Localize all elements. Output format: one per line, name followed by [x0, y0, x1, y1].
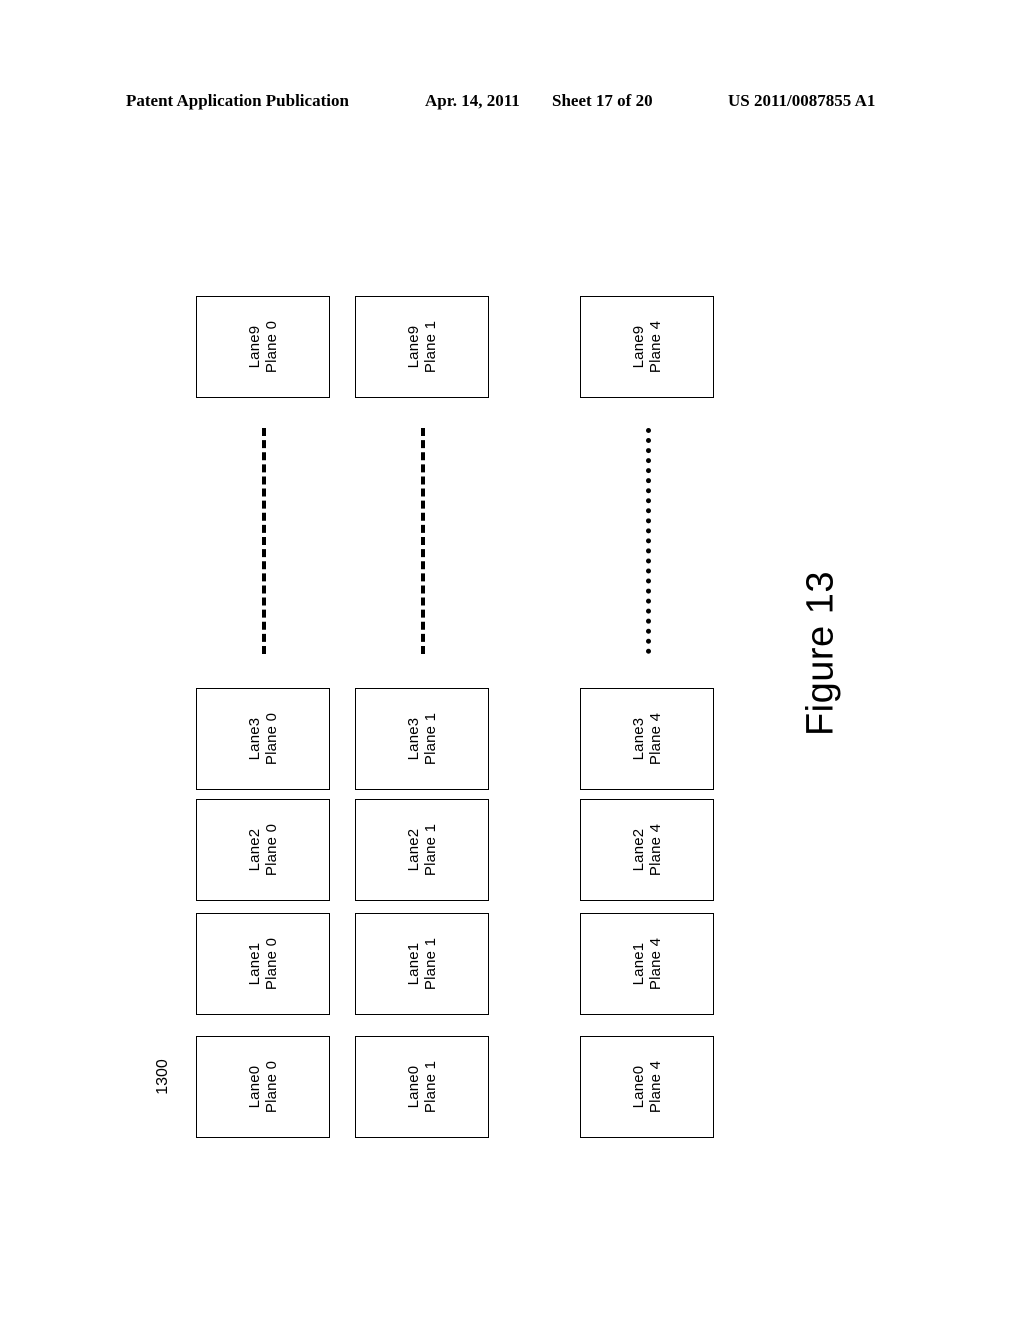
plane-label: Plane 1 — [422, 1060, 439, 1114]
lane-label: Lane0 — [246, 1065, 263, 1109]
lane-label: Lane9 — [630, 325, 647, 369]
plane-block-label: Lane1 Plane 1 — [405, 938, 439, 990]
plane-label: Plane 1 — [422, 320, 439, 374]
plane-block-lane0-plane0: Lane0 Plane 0 — [196, 1036, 330, 1138]
lane-label: Lane0 — [630, 1065, 647, 1109]
lane-label: Lane1 — [630, 942, 647, 986]
plane-block-lane9-plane1: Lane9 Plane 1 — [355, 296, 489, 398]
lane-label: Lane0 — [405, 1065, 422, 1109]
plane-label: Plane 1 — [422, 823, 439, 877]
plane-block-lane2-plane1: Lane2 Plane 1 — [355, 799, 489, 901]
reference-numeral-1300: 1300 — [154, 1059, 171, 1095]
plane-label: Plane 4 — [647, 712, 664, 766]
plane-label: Plane 4 — [647, 823, 664, 877]
plane-block-label: Lane0 Plane 4 — [630, 1061, 664, 1113]
plane-block-label: Lane9 Plane 1 — [405, 321, 439, 373]
plane-block-label: Lane3 Plane 0 — [246, 713, 280, 765]
plane-label: Plane 4 — [647, 1060, 664, 1114]
plane-block-lane9-plane0: Lane9 Plane 0 — [196, 296, 330, 398]
plane-label: Plane 4 — [647, 937, 664, 991]
plane-block-label: Lane2 Plane 0 — [246, 824, 280, 876]
plane-block-lane2-plane4: Lane2 Plane 4 — [580, 799, 714, 901]
lane-label: Lane2 — [630, 828, 647, 872]
plane-block-lane0-plane4: Lane0 Plane 4 — [580, 1036, 714, 1138]
plane-block-lane2-plane0: Lane2 Plane 0 — [196, 799, 330, 901]
lane-label: Lane3 — [246, 717, 263, 761]
plane-block-label: Lane0 Plane 1 — [405, 1061, 439, 1113]
lane-label: Lane2 — [246, 828, 263, 872]
lane-label: Lane3 — [630, 717, 647, 761]
plane-block-lane1-plane0: Lane1 Plane 0 — [196, 913, 330, 1015]
ellipsis-line-column-0 — [262, 428, 266, 654]
ellipsis-line-column-1 — [421, 428, 425, 654]
plane-label: Plane 0 — [263, 320, 280, 374]
plane-block-label: Lane3 Plane 1 — [405, 713, 439, 765]
plane-block-lane3-plane0: Lane3 Plane 0 — [196, 688, 330, 790]
lane-label: Lane9 — [405, 325, 422, 369]
lane-label: Lane2 — [405, 828, 422, 872]
plane-block-label: Lane2 Plane 1 — [405, 824, 439, 876]
plane-label: Plane 0 — [263, 937, 280, 991]
plane-block-lane0-plane1: Lane0 Plane 1 — [355, 1036, 489, 1138]
plane-block-label: Lane9 Plane 0 — [246, 321, 280, 373]
lane-label: Lane3 — [405, 717, 422, 761]
plane-block-lane1-plane1: Lane1 Plane 1 — [355, 913, 489, 1015]
plane-block-label: Lane9 Plane 4 — [630, 321, 664, 373]
lane-label: Lane9 — [246, 325, 263, 369]
figure-diagram-canvas: Lane9 Plane 0 Lane9 Plane 1 Lane9 Plane 4 Lane… — [0, 0, 1024, 1320]
plane-label: Plane 1 — [422, 937, 439, 991]
plane-block-lane3-plane1: Lane3 Plane 1 — [355, 688, 489, 790]
plane-label: Plane 0 — [263, 823, 280, 877]
plane-label: Plane 0 — [263, 712, 280, 766]
plane-block-label: Lane1 Plane 0 — [246, 938, 280, 990]
plane-label: Plane 1 — [422, 712, 439, 766]
plane-block-lane3-plane4: Lane3 Plane 4 — [580, 688, 714, 790]
plane-block-label: Lane3 Plane 4 — [630, 713, 664, 765]
lane-label: Lane1 — [405, 942, 422, 986]
plane-block-label: Lane1 Plane 4 — [630, 938, 664, 990]
lane-label: Lane1 — [246, 942, 263, 986]
plane-block-label: Lane0 Plane 0 — [246, 1061, 280, 1113]
figure-caption: Figure 13 — [799, 570, 842, 737]
plane-label: Plane 0 — [263, 1060, 280, 1114]
plane-label: Plane 4 — [647, 320, 664, 374]
plane-block-lane9-plane4: Lane9 Plane 4 — [580, 296, 714, 398]
plane-block-lane1-plane4: Lane1 Plane 4 — [580, 913, 714, 1015]
plane-block-label: Lane2 Plane 4 — [630, 824, 664, 876]
ellipsis-line-column-2 — [646, 428, 651, 654]
